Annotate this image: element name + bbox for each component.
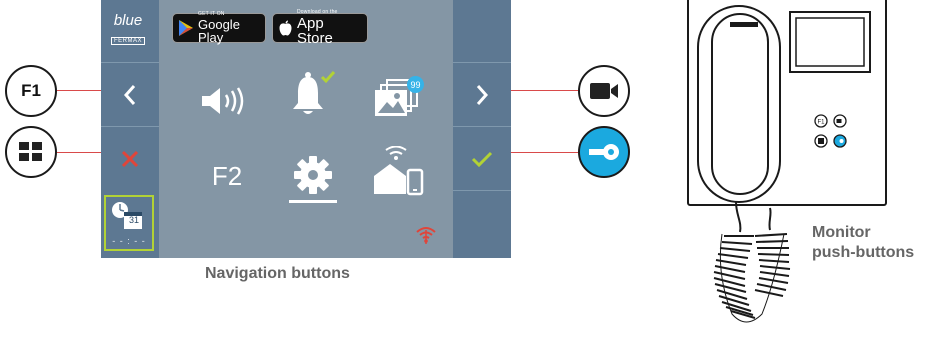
agenda-button[interactable]: 31 - - : - -: [104, 195, 154, 251]
notifications-menu-item[interactable]: [287, 70, 339, 120]
next-button[interactable]: [453, 62, 511, 126]
f1-label: F1: [21, 81, 41, 100]
gallery-count-badge: 99: [407, 76, 424, 93]
settings-menu-item[interactable]: [289, 152, 337, 198]
confirm-button[interactable]: [453, 126, 511, 190]
chevron-left-icon: [123, 84, 136, 105]
wifi-off-icon: [416, 227, 436, 244]
agenda-time: - - : - -: [112, 236, 146, 246]
google-play-big: Google Play: [198, 17, 240, 45]
app-store-big: App Store: [297, 15, 333, 47]
google-play-icon: [179, 20, 193, 36]
grid-icon: [19, 142, 42, 161]
key-button[interactable]: [578, 126, 630, 178]
key-icon: [589, 144, 619, 160]
right-blank-bottom: [453, 190, 511, 258]
home-phone-connect-icon: [374, 146, 424, 196]
camera-connector: [511, 90, 578, 91]
camera-icon: [590, 83, 618, 99]
bell-notification-icon: [293, 71, 336, 114]
calendar-day: 31: [128, 215, 139, 225]
right-button-column: [453, 0, 511, 258]
f1-button[interactable]: F1: [5, 65, 57, 117]
logo-tile: blue FERMAX: [101, 0, 159, 62]
check-icon: [471, 151, 493, 167]
right-blank-top: [453, 0, 511, 62]
camera-button[interactable]: [578, 65, 630, 117]
close-icon: [121, 150, 139, 167]
cancel-button[interactable]: [101, 126, 159, 190]
f2-label: F2: [211, 160, 243, 191]
coiled-cord: [713, 201, 791, 319]
wifi-status: [413, 224, 439, 246]
f1-connector: [57, 90, 101, 91]
grid-connector: [57, 152, 101, 153]
speaker-volume-icon: [202, 87, 244, 115]
monitor-caption-line1: Monitor: [812, 224, 871, 241]
menu-grid-button[interactable]: [5, 126, 57, 178]
cord-coils: [719, 233, 785, 323]
sound-menu-item[interactable]: [197, 78, 257, 124]
key-connector: [511, 152, 578, 153]
selection-underline: [289, 200, 337, 203]
google-play-badge[interactable]: GET IT ON Google Play: [172, 12, 266, 45]
intercom-monitor: [687, 0, 887, 206]
logo-brand-text: blue: [113, 12, 143, 29]
app-store-badge[interactable]: Download on the App Store: [272, 10, 368, 47]
navigation-caption: Navigation buttons: [205, 265, 350, 282]
gallery-menu-item[interactable]: 99: [369, 72, 429, 122]
previous-button[interactable]: [101, 62, 159, 126]
monitor-screen: blue FERMAX 31 - - : - - GET IT ON Googl…: [101, 0, 511, 258]
gear-icon: [294, 156, 332, 194]
chevron-right-icon: [476, 84, 489, 105]
apple-icon: [279, 20, 292, 36]
monitor-caption-line2: push-buttons: [812, 244, 915, 261]
menu-area: GET IT ON Google Play Download on the Ap…: [159, 0, 453, 258]
connectivity-menu-item[interactable]: [369, 146, 429, 196]
brand-logo: blue FERMAX: [105, 4, 151, 50]
logo-maker-text: FERMAX: [110, 37, 145, 45]
f2-menu-item[interactable]: F2: [199, 156, 255, 196]
left-button-column: blue FERMAX 31 - - : - -: [101, 0, 159, 258]
